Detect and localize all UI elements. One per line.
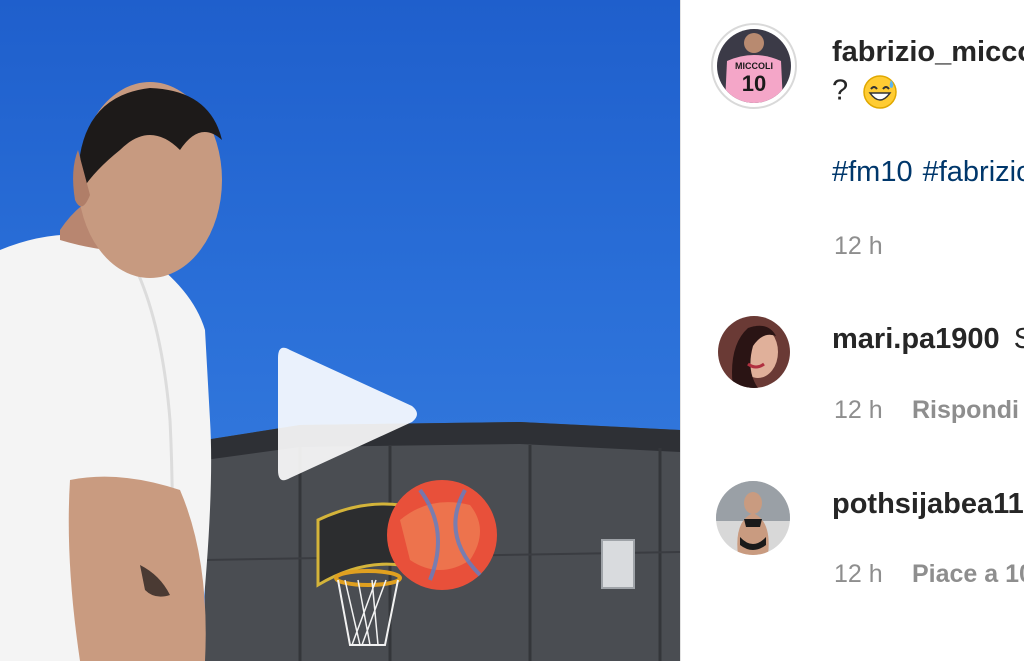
hashtag-link[interactable]: #fm10 <box>832 156 913 188</box>
reply-button[interactable]: Rispondi <box>912 396 1019 425</box>
grinning-sweat-emoji <box>863 75 897 109</box>
caption-text: ? <box>832 74 849 107</box>
video-player[interactable] <box>0 0 680 661</box>
comment-timestamp: 12 h <box>834 560 883 588</box>
comment-avatar[interactable] <box>716 481 790 555</box>
post-timestamp: 12 h <box>834 232 883 260</box>
likes-count-button[interactable]: Piace a 10 <box>912 560 1024 589</box>
play-icon[interactable] <box>272 338 422 490</box>
comment-text: S <box>1013 323 1024 355</box>
video-frame <box>0 82 680 661</box>
avatar-jersey-name: MICCOLI <box>735 61 773 71</box>
avatar-jersey-number: 10 <box>742 71 766 96</box>
post-author-username[interactable]: fabrizio_miccoli <box>832 36 1024 69</box>
post-caption: ? <box>832 74 898 110</box>
comment-username[interactable]: mari.pa1900 S <box>832 323 1024 356</box>
comment-username[interactable]: pothsijabea11 <box>832 488 1024 521</box>
author-avatar[interactable]: MICCOLI 10 <box>717 29 791 103</box>
comment-timestamp: 12 h <box>834 396 883 424</box>
panel-divider <box>680 0 681 661</box>
comment-avatar[interactable] <box>718 316 790 388</box>
hashtag-link[interactable]: #fabrizio <box>923 156 1024 188</box>
post-hashtags: #fm10 #fabrizio <box>832 156 1024 189</box>
